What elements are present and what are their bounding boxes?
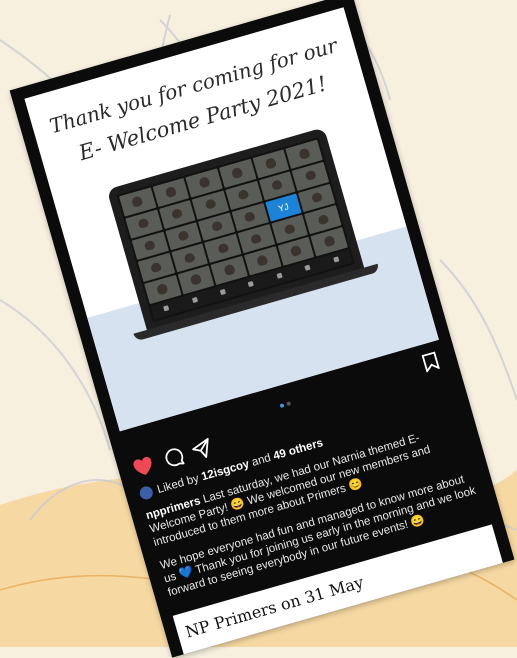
comment-icon[interactable]: [161, 445, 187, 475]
liked-others-link[interactable]: 49 others: [272, 437, 324, 463]
security-icon: [219, 289, 227, 296]
participants-icon: [248, 281, 255, 288]
chat-icon: [276, 273, 283, 280]
carousel-dot-active: [279, 403, 284, 409]
liker-avatar: [138, 484, 155, 501]
carousel-dot: [285, 401, 291, 407]
video-icon: [191, 297, 198, 304]
mute-icon: [163, 305, 170, 312]
reactions-icon: [333, 256, 340, 264]
share-screen-icon: [304, 265, 312, 272]
share-icon[interactable]: [190, 437, 216, 467]
heart-icon[interactable]: [130, 454, 158, 484]
